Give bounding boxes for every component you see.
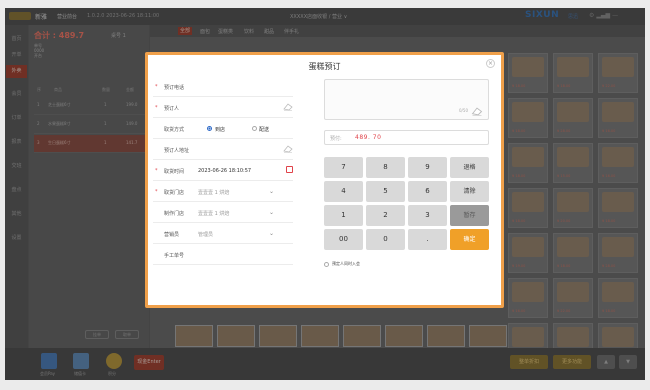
manual-no-input[interactable]: [198, 248, 288, 262]
join-member-label: 预定人同时入会: [332, 261, 360, 266]
backspace-button[interactable]: 退格: [450, 157, 489, 178]
confirm-button[interactable]: 确定: [450, 229, 489, 250]
chevron-down-icon[interactable]: ⌄: [269, 230, 274, 237]
key-1[interactable]: 1: [324, 205, 363, 226]
sales-select[interactable]: 管理员: [198, 231, 213, 238]
pickup-option-label: 到店: [215, 127, 226, 133]
prepay-input[interactable]: 预付: 489. 70: [324, 130, 489, 145]
key-9[interactable]: 9: [408, 157, 447, 178]
chevron-down-icon[interactable]: ⌄: [269, 209, 274, 216]
required-mark: *: [155, 168, 158, 174]
prepay-label: 预付:: [330, 136, 342, 142]
sales-row: 营销员 管理员 ⌄: [153, 224, 293, 244]
key-dot[interactable]: .: [408, 229, 447, 250]
manual-no-row: 手工单号: [153, 245, 293, 265]
person-row: * 预订人: [153, 98, 293, 118]
address-label: 预订人地址: [164, 148, 190, 154]
key-5[interactable]: 5: [366, 181, 405, 202]
clear-button[interactable]: 清除: [450, 181, 489, 202]
required-mark: *: [155, 105, 158, 111]
dialog-title: 蛋糕预订: [308, 62, 341, 71]
person-label: 预订人: [164, 106, 180, 112]
eraser-icon[interactable]: [283, 145, 293, 153]
time-row: * 取货时间 2023-06-26 18:10:57: [153, 161, 293, 181]
required-mark: *: [155, 189, 158, 195]
manual-no-label: 手工单号: [164, 253, 185, 259]
join-member-checkbox[interactable]: [324, 262, 329, 267]
delivery-radio[interactable]: [252, 126, 257, 131]
prepay-amount: 489. 70: [355, 134, 382, 141]
make-store-row: 制作门店 壹壹壹 1 烘焙 ⌄: [153, 203, 293, 223]
app-root: 新雅 营业前台 1.0.2.0 2023-06-26 18:11:00 XXXX…: [0, 0, 650, 390]
person-input[interactable]: [198, 101, 278, 115]
eraser-icon[interactable]: [283, 103, 293, 111]
make-store-label: 制作门店: [164, 211, 185, 217]
key-0[interactable]: 0: [366, 229, 405, 250]
key-7[interactable]: 7: [324, 157, 363, 178]
method-label: 取货方式: [164, 127, 185, 133]
address-row: 预订人地址: [153, 140, 293, 160]
key-2[interactable]: 2: [366, 205, 405, 226]
phone-row: * 预订电话: [153, 77, 293, 97]
key-4[interactable]: 4: [324, 181, 363, 202]
key-6[interactable]: 6: [408, 181, 447, 202]
hold-button[interactable]: 暂存: [450, 205, 489, 226]
pickup-time-value[interactable]: 2023-06-26 18:10:57: [198, 168, 251, 174]
key-00[interactable]: 00: [324, 229, 363, 250]
pickup-store-row: * 取货门店 壹壹壹 1 烘焙 ⌄: [153, 182, 293, 202]
method-row: 取货方式 到店 配送: [153, 119, 293, 139]
key-8[interactable]: 8: [366, 157, 405, 178]
phone-label: 预订电话: [164, 85, 185, 91]
pickup-radio[interactable]: [207, 126, 212, 131]
address-input[interactable]: [198, 143, 278, 157]
delivery-option-label: 配送: [259, 127, 270, 133]
note-char-count: 0/50: [459, 108, 468, 113]
note-textarea[interactable]: 0/50: [324, 79, 489, 120]
sales-label: 营销员: [164, 232, 180, 238]
time-label: 取货时间: [164, 169, 185, 175]
make-store-select[interactable]: 壹壹壹 1 烘焙: [198, 210, 229, 217]
calendar-icon[interactable]: [286, 166, 293, 173]
required-mark: *: [155, 84, 158, 90]
pickup-store-select[interactable]: 壹壹壹 1 烘焙: [198, 189, 229, 196]
phone-input[interactable]: [198, 80, 288, 94]
eraser-icon[interactable]: [471, 107, 483, 116]
chevron-down-icon[interactable]: ⌄: [269, 188, 274, 195]
key-3[interactable]: 3: [408, 205, 447, 226]
close-icon[interactable]: ×: [486, 59, 495, 68]
pickup-store-label: 取货门店: [164, 190, 185, 196]
cake-order-dialog: 蛋糕预订 × * 预订电话 * 预订人 取货方式 到店 配送 预订人地址 * 取…: [145, 52, 504, 308]
